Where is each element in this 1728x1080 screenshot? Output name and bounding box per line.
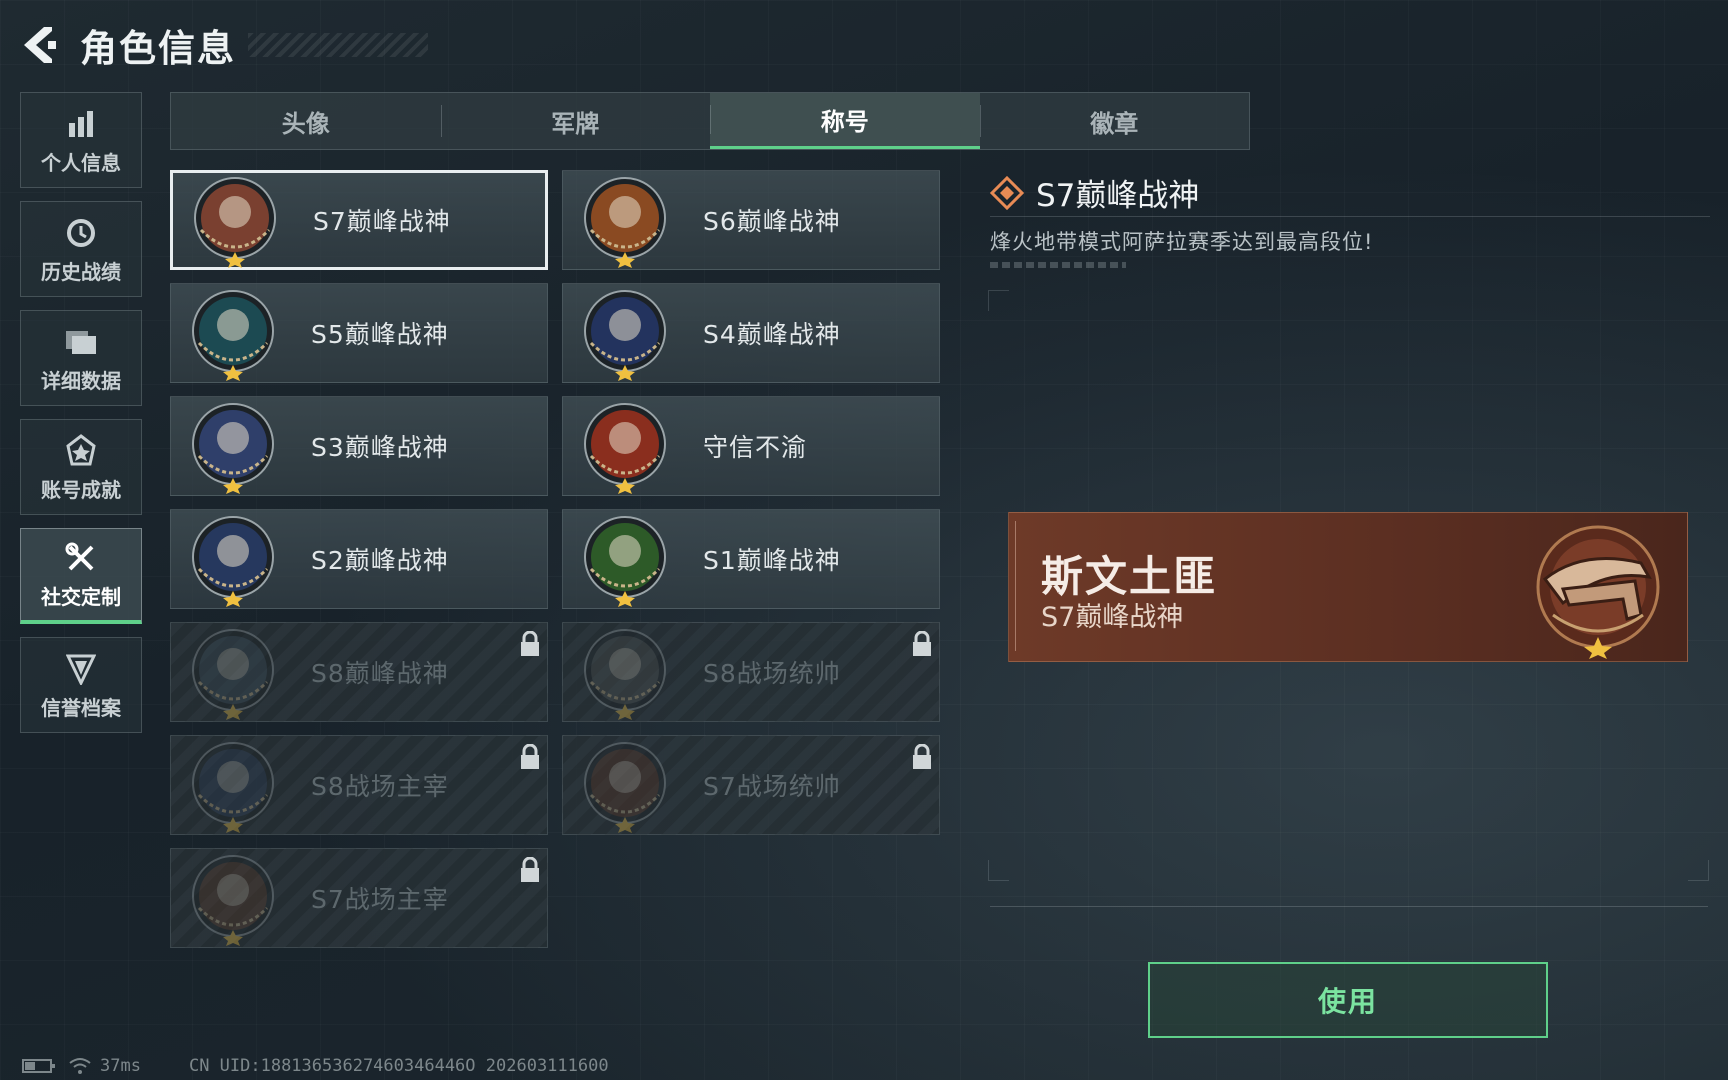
tools-icon: [64, 539, 98, 577]
sidebar-item-label: 账号成就: [41, 477, 121, 502]
lock-icon: [913, 744, 931, 769]
lock-icon: [913, 631, 931, 656]
bar-chart-icon: [66, 105, 96, 143]
wifi-icon: [69, 1058, 91, 1074]
building-badge-icon: [192, 742, 274, 833]
title-card[interactable]: S4巅峰战神: [562, 283, 940, 383]
use-button[interactable]: 使用: [1148, 962, 1548, 1038]
crossbow-badge-icon: [1536, 525, 1660, 659]
diamond-icon: [990, 175, 1024, 210]
lock-icon: [521, 857, 539, 882]
title-name: S3巅峰战神: [311, 433, 449, 462]
lock-icon: [521, 744, 539, 769]
sidebar-item-label: 个人信息: [41, 150, 121, 175]
sidebar: 个人信息 历史战绩 详细数据 账号成就 社交定制 信誉档案: [20, 92, 144, 746]
crocodile-badge-icon: [584, 516, 666, 607]
title-card-locked[interactable]: S7战场主宰: [170, 848, 548, 948]
crossbow-badge-icon: [194, 177, 276, 268]
lock-icon: [521, 631, 539, 656]
title-name: S7战场统帅: [703, 772, 841, 801]
sidebar-item-profile[interactable]: 个人信息: [20, 92, 142, 188]
armored-car-badge-icon: [584, 742, 666, 833]
divider: [990, 906, 1708, 907]
tab-dogtag[interactable]: 军牌: [440, 93, 711, 149]
sidebar-item-label: 详细数据: [41, 368, 121, 393]
title-card[interactable]: S1巅峰战神: [562, 509, 940, 609]
title-card-locked[interactable]: S7战场统帅: [562, 735, 940, 835]
detail-header: S7巅峰战神: [990, 170, 1199, 215]
ping-value: 37ms: [100, 1056, 141, 1076]
status-bar: 37ms CN UID:18813653627460346446O 202603…: [22, 1056, 609, 1076]
title-name: S5巅峰战神: [311, 320, 449, 349]
title-name: 守信不渝: [703, 433, 808, 462]
tab-title[interactable]: 称号: [710, 93, 980, 149]
title-preview-card: 斯文土匪 S7巅峰战神: [1008, 512, 1688, 662]
title-name: S7战场主宰: [311, 885, 449, 914]
title-card[interactable]: S6巅峰战神: [562, 170, 940, 270]
title-card[interactable]: S2巅峰战神: [170, 509, 548, 609]
battery-icon: [22, 1059, 55, 1073]
frame-corner: [988, 860, 1009, 881]
warrior-badge-icon: [192, 855, 274, 946]
triangle-eye-badge-icon: [192, 516, 274, 607]
title-card-locked[interactable]: S8战场主宰: [170, 735, 548, 835]
folder-icon: [64, 323, 98, 361]
tab-avatar[interactable]: 头像: [171, 93, 441, 149]
title-card[interactable]: S7巅峰战神: [170, 170, 548, 270]
shield-icon: [66, 650, 96, 688]
header: 角色信息: [20, 18, 428, 72]
title-name: S1巅峰战神: [703, 546, 841, 575]
slash-badge-icon: [192, 629, 274, 720]
title-card[interactable]: 守信不渝: [562, 396, 940, 496]
title-name: S4巅峰战神: [703, 320, 841, 349]
frame-corner: [988, 290, 1009, 311]
tactical-helmet-badge-icon: [584, 290, 666, 381]
title-card-locked[interactable]: S8战场统帅: [562, 622, 940, 722]
page-title: 角色信息: [80, 27, 236, 70]
sidebar-item-history[interactable]: 历史战绩: [20, 201, 142, 297]
frame-corner: [1688, 860, 1709, 881]
decorative-bar: [990, 262, 1126, 268]
title-card[interactable]: S3巅峰战神: [170, 396, 548, 496]
title-decoration: [248, 33, 428, 57]
preview-title: S7巅峰战神: [1041, 602, 1184, 633]
title-name: S2巅峰战神: [311, 546, 449, 575]
title-name: S8战场主宰: [311, 772, 449, 801]
title-name: S8巅峰战神: [311, 659, 449, 688]
sidebar-item-social[interactable]: 社交定制: [20, 528, 142, 624]
globe-badge-icon: [192, 403, 274, 494]
sidebar-item-label: 历史战绩: [41, 259, 121, 284]
sidebar-item-achievements[interactable]: 账号成就: [20, 419, 142, 515]
title-card[interactable]: S5巅峰战神: [170, 283, 548, 383]
sidebar-item-reputation[interactable]: 信誉档案: [20, 637, 142, 733]
detail-title: S7巅峰战神: [1036, 178, 1200, 214]
back-arrow-icon: [24, 27, 56, 63]
detail-description: 烽火地带模式阿萨拉赛季达到最高段位!: [990, 230, 1374, 254]
uid-text: CN UID:18813653627460346446O 20260311160…: [188, 1056, 609, 1076]
achievement-icon: [66, 432, 96, 470]
title-name: S6巅峰战神: [703, 207, 841, 236]
title-name: S8战场统帅: [703, 659, 841, 688]
title-name: S7巅峰战神: [313, 207, 451, 236]
title-card-locked[interactable]: S8巅峰战神: [170, 622, 548, 722]
sidebar-item-label: 社交定制: [41, 585, 121, 609]
scales-badge-icon: [584, 403, 666, 494]
diver-skull-badge-icon: [192, 290, 274, 381]
sidebar-item-label: 信誉档案: [41, 695, 121, 720]
tab-bar: 头像 军牌 称号 徽章: [170, 92, 1250, 150]
t-shield-badge-icon: [584, 177, 666, 268]
divider: [990, 216, 1710, 217]
tab-emblem[interactable]: 徽章: [979, 93, 1250, 149]
back-button[interactable]: [20, 23, 60, 67]
sidebar-item-details[interactable]: 详细数据: [20, 310, 142, 406]
tank-badge-icon: [584, 629, 666, 720]
history-clock-icon: [65, 214, 97, 252]
preview-decoration: [1015, 521, 1024, 651]
